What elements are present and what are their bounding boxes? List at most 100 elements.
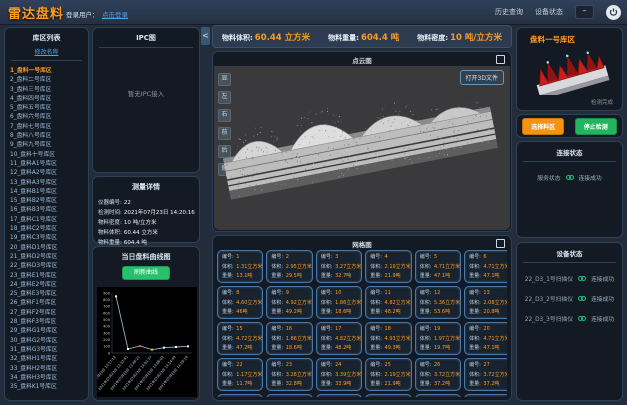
minimize-button[interactable]: – — [575, 5, 594, 19]
grid-cell-27[interactable]: 编号: 27体积: 3.72立方米重量: 37.2吨 — [464, 358, 507, 391]
grid-cell-24[interactable]: 编号: 24体积: 3.39立方米重量: 33.9吨 — [316, 358, 362, 391]
grid-cell-3[interactable]: 编号: 3体积: 3.27立方米重量: 32.7吨 — [316, 250, 362, 283]
area-3d-visual — [524, 45, 616, 95]
grid-cell-line: 体积: 3.72立方米 — [420, 371, 460, 381]
grid-cell-25[interactable]: 编号: 25体积: 2.19立方米重量: 21.9吨 — [365, 358, 411, 391]
grid-cell-label: 体积: — [370, 300, 382, 306]
grid-cell-4[interactable]: 编号: 4体积: 2.19立方米重量: 21.9吨 — [365, 250, 411, 283]
grid-cell-18[interactable]: 编号: 18体积: 4.93立方米重量: 49.3吨 — [365, 322, 411, 355]
sidebar-item-17[interactable]: 17_盘料C1号库区 — [10, 216, 88, 225]
grid-cell-6[interactable]: 编号: 6体积: 4.71立方米重量: 47.1吨 — [464, 250, 507, 283]
sidebar-item-11[interactable]: 11_盘料A1号库区 — [10, 160, 88, 169]
grid-cell-30[interactable]: 编号: 30 — [266, 394, 312, 397]
grid-cell-34[interactable]: 编号: 34 — [464, 394, 507, 397]
sidebar-item-1[interactable]: 1_盘料一号库区 — [10, 67, 88, 76]
grid-cell-29[interactable]: 编号: 29 — [217, 394, 263, 397]
grid-cell-line: 重量: 18.6吨 — [271, 344, 311, 354]
stop-detect-button[interactable]: 停止检测 — [575, 118, 617, 135]
sidebar-item-8[interactable]: 8_盘料八号库区 — [10, 132, 88, 141]
service-status-row-label: 服务状态 — [537, 173, 560, 182]
grid-cell-2[interactable]: 编号: 2体积: 2.95立方米重量: 29.5吨 — [266, 250, 312, 283]
grid-cell-label: 体积: — [469, 300, 481, 306]
sidebar-item-7[interactable]: 7_盘料七号库区 — [10, 123, 88, 132]
grid-cell-10[interactable]: 编号: 10体积: 1.86立方米重量: 18.6吨 — [316, 286, 362, 319]
sidebar-item-10[interactable]: 10_盘料十号库区 — [10, 151, 88, 160]
sidebar-collapse-button[interactable]: < — [201, 27, 210, 45]
grid-cell-line: 重量: 21.9吨 — [370, 272, 410, 282]
sidebar-item-34[interactable]: 34_盘料H3号库区 — [10, 374, 88, 383]
sidebar-item-5[interactable]: 5_盘料五号库区 — [10, 104, 88, 113]
grid-cell-value: 11 — [383, 290, 391, 296]
sidebar-item-9[interactable]: 9_盘料九号库区 — [10, 141, 88, 150]
select-area-button[interactable]: 选择料区 — [522, 118, 564, 135]
grid-cell-11[interactable]: 编号: 11体积: 4.82立方米重量: 48.2吨 — [365, 286, 411, 319]
power-button[interactable] — [606, 5, 621, 20]
grid-cell-value: 37.2吨 — [432, 381, 450, 387]
grid-cell-5[interactable]: 编号: 5体积: 4.71立方米重量: 47.1吨 — [415, 250, 461, 283]
grid-cell-1[interactable]: 编号: 1体积: 1.31立方米重量: 13.1吨 — [217, 250, 263, 283]
sidebar-item-35[interactable]: 35_盘料K1号库区 — [10, 383, 88, 392]
sidebar-item-32[interactable]: 32_盘料H1号库区 — [10, 355, 88, 364]
grid-cell-label: 体积: — [469, 336, 481, 342]
sidebar-item-27[interactable]: 27_盘料F2号库区 — [10, 309, 88, 318]
sidebar-item-20[interactable]: 20_盘料D1号库区 — [10, 244, 88, 253]
grid-cell-22[interactable]: 编号: 22体积: 1.17立方米重量: 11.7吨 — [217, 358, 263, 391]
sidebar-item-18[interactable]: 18_盘料C2号库区 — [10, 225, 88, 234]
grid-cell-label: 体积: — [321, 336, 333, 342]
sidebar-item-22[interactable]: 22_盘料D3号库区 — [10, 262, 88, 271]
grid-cell-31[interactable]: 编号: 31 — [316, 394, 362, 397]
nav-history-query[interactable]: 历史查询 — [495, 7, 523, 17]
grid-cell-20[interactable]: 编号: 20体积: 4.71立方米重量: 47.1吨 — [464, 322, 507, 355]
sidebar-item-30[interactable]: 30_盘料G2号库区 — [10, 337, 88, 346]
grid-cell-16[interactable]: 编号: 16体积: 1.86立方米重量: 18.6吨 — [266, 322, 312, 355]
grid-cell-12[interactable]: 编号: 12体积: 5.36立方米重量: 53.6吨 — [415, 286, 461, 319]
sidebar-item-15[interactable]: 15_盘料B2号库区 — [10, 197, 88, 206]
login-link[interactable]: 点击登录 — [102, 9, 128, 19]
sidebar-item-31[interactable]: 31_盘料G3号库区 — [10, 346, 88, 355]
sidebar-item-13[interactable]: 13_盘料A3号库区 — [10, 179, 88, 188]
rename-link[interactable]: 修改名称 — [5, 43, 88, 56]
grid-cell-32[interactable]: 编号: 32 — [365, 394, 411, 397]
sidebar-item-21[interactable]: 21_盘料D2号库区 — [10, 253, 88, 262]
grid-cell-line: 体积: 3.27立方米 — [321, 263, 361, 273]
grid-cell-line: 编号: 15 — [222, 325, 262, 335]
sidebar-item-25[interactable]: 25_盘料E3号库区 — [10, 290, 88, 299]
grid-cell-value: 48.2吨 — [334, 345, 352, 351]
grid-cell-17[interactable]: 编号: 17体积: 4.82立方米重量: 48.2吨 — [316, 322, 362, 355]
grid-cell-15[interactable]: 编号: 15体积: 4.72立方米重量: 47.2吨 — [217, 322, 263, 355]
grid-cell-9[interactable]: 编号: 9体积: 4.92立方米重量: 49.2吨 — [266, 286, 312, 319]
sidebar-item-16[interactable]: 16_盘料B3号库区 — [10, 206, 88, 215]
grid-cell-26[interactable]: 编号: 26体积: 3.72立方米重量: 37.2吨 — [415, 358, 461, 391]
maximize-icon[interactable] — [496, 239, 505, 248]
svg-text:700: 700 — [103, 305, 111, 309]
grid-cell-label: 重量: — [321, 309, 333, 315]
sidebar-item-24[interactable]: 24_盘料E2号库区 — [10, 281, 88, 290]
grid-cell-13[interactable]: 编号: 13体积: 2.08立方米重量: 20.8吨 — [464, 286, 507, 319]
grid-cell-8[interactable]: 编号: 8体积: 4.60立方米重量: 46吨 — [217, 286, 263, 319]
grid-cell-label: 编号: — [420, 290, 432, 296]
grid-cell-line: 体积: 2.08立方米 — [469, 299, 507, 309]
refresh-curve-button[interactable]: 刷新曲线 — [122, 266, 170, 280]
sidebar-item-14[interactable]: 14_盘料B1号库区 — [10, 188, 88, 197]
grid-cell-19[interactable]: 编号: 19体积: 1.97立方米重量: 19.7吨 — [415, 322, 461, 355]
svg-text:500: 500 — [103, 318, 111, 322]
sidebar-item-29[interactable]: 29_盘料G1号库区 — [10, 327, 88, 336]
grid-cell-line: 重量: 49.2吨 — [271, 308, 311, 318]
sidebar-item-12[interactable]: 12_盘料A2号库区 — [10, 169, 88, 178]
nav-device-status[interactable]: 设备状态 — [535, 7, 563, 17]
grid-cell-33[interactable]: 编号: 33 — [415, 394, 461, 397]
grid-cell-label: 重量: — [222, 381, 234, 387]
sidebar-item-23[interactable]: 23_盘料E1号库区 — [10, 272, 88, 281]
sidebar-item-28[interactable]: 28_盘料F3号库区 — [10, 318, 88, 327]
pointcloud-viewport[interactable]: 显左右前后俯 打开3D文件 — [214, 66, 510, 230]
maximize-icon[interactable] — [496, 55, 505, 64]
sidebar-item-6[interactable]: 6_盘料六号库区 — [10, 113, 88, 122]
sidebar-item-3[interactable]: 3_盘料三号库区 — [10, 86, 88, 95]
sidebar-item-4[interactable]: 4_盘料四号库区 — [10, 95, 88, 104]
sidebar-item-19[interactable]: 19_盘料C3号库区 — [10, 234, 88, 243]
sidebar-item-26[interactable]: 26_盘料F1号库区 — [10, 299, 88, 308]
grid-cell-line: 体积: 5.36立方米 — [420, 299, 460, 309]
grid-cell-23[interactable]: 编号: 23体积: 3.28立方米重量: 32.8吨 — [266, 358, 312, 391]
sidebar-item-2[interactable]: 2_盘料二号库区 — [10, 76, 88, 85]
sidebar-item-33[interactable]: 33_盘料H2号库区 — [10, 365, 88, 374]
